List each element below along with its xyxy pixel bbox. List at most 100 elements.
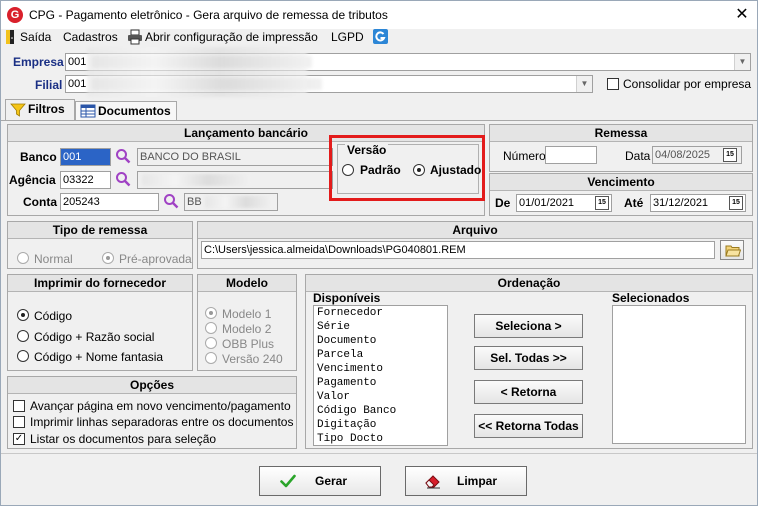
arquivo-title: Arquivo [198,222,752,239]
gerar-button[interactable]: Gerar [259,466,381,496]
menu-abrir-config-impressao[interactable]: Abrir configuração de impressão [145,29,318,45]
list-item[interactable]: Pagamento [314,376,447,390]
consolidar-checkbox[interactable] [607,78,619,90]
modelo-title: Modelo [198,275,296,292]
list-item[interactable]: Parcela [314,348,447,362]
title-bar: G CPG - Pagamento eletrônico - Gera arqu… [1,1,757,29]
modelo-1-radio[interactable] [205,307,217,319]
list-item[interactable]: Código Banco [314,404,447,418]
tab-divider [1,120,757,121]
calendar-icon[interactable]: 15 [595,196,609,210]
agencia-name-redacted [142,174,252,186]
conta-desc-redacted [205,196,273,208]
versao-ajustado-label: Ajustado [430,163,482,177]
tipo-normal-radio[interactable] [17,252,29,264]
modelo-obb-plus-radio[interactable] [205,337,217,349]
remessa-numero-label: Número [503,149,546,163]
banco-label: Banco [20,150,57,164]
funnel-icon [10,102,26,118]
selecionados-list[interactable] [612,305,746,444]
limpar-label: Limpar [456,474,497,488]
list-item[interactable]: Fornecedor [314,306,447,320]
table-icon [80,104,96,118]
printer-icon[interactable] [127,29,143,45]
disponiveis-list[interactable]: Fornecedor Série Documento Parcela Venci… [313,305,448,446]
arquivo-path-input[interactable]: C:\Users\jessica.almeida\Downloads\PG040… [201,241,715,259]
modelo-2-radio[interactable] [205,322,217,334]
modelo-240-radio[interactable] [205,352,217,364]
filial-code: 001 [68,78,87,90]
menu-cadastros[interactable]: Cadastros [63,29,118,45]
selecionados-label: Selecionados [612,291,690,305]
remessa-numero-input[interactable] [545,146,597,164]
disponiveis-label: Disponíveis [313,291,381,305]
window-title: CPG - Pagamento eletrônico - Gera arquiv… [29,8,388,22]
browse-folder-button[interactable] [720,240,744,260]
menu-saida[interactable]: Saída [20,29,51,45]
list-item[interactable]: Documento [314,334,447,348]
menu-lgpd[interactable]: LGPD [331,29,364,45]
imprimir-fantasia-label: Código + Nome fantasia [34,350,164,364]
imprimir-razao-radio[interactable] [17,330,29,342]
tab-filtros-label: Filtros [28,102,65,116]
list-item[interactable]: Tipo Docto [314,432,447,445]
list-item[interactable]: Valor [314,390,447,404]
redaction-overlay [87,47,307,97]
tipo-pre-aprovada-radio[interactable] [102,252,114,264]
opcao-linhas-checkbox[interactable] [13,416,25,428]
conta-desc-field: BB [184,193,278,211]
seleciona-button[interactable]: Seleciona > [474,314,583,338]
modelo-2-label: Modelo 2 [222,322,272,336]
list-item[interactable]: Vencimento [314,362,447,376]
conta-input[interactable]: 205243 [60,193,159,211]
imprimir-codigo-radio[interactable] [17,309,29,321]
tab-filtros[interactable]: Filtros [5,99,75,121]
opcao-listar-checkbox[interactable]: ✓ [13,433,25,445]
gerar-label: Gerar [314,474,348,488]
chevron-down-icon[interactable]: ▼ [734,54,750,70]
search-icon[interactable] [115,171,131,187]
retorna-button[interactable]: < Retorna [474,380,583,404]
close-icon[interactable]: ✕ [734,7,750,23]
menu-bar: Saída Cadastros Abrir configuração de im… [1,29,757,49]
list-item[interactable]: Digitação [314,418,447,432]
versao-ajustado-radio[interactable] [413,164,425,176]
empresa-label: Empresa [13,55,64,69]
modelo-240-label: Versão 240 [222,352,283,366]
agencia-label: Agência [9,173,56,187]
modelo-1-label: Modelo 1 [222,307,272,321]
imprimir-fantasia-radio[interactable] [17,350,29,362]
consolidar-label: Consolidar por empresa [623,77,752,91]
sel-todas-button[interactable]: Sel. Todas >> [474,346,583,370]
agencia-input[interactable]: 03322 [60,171,111,189]
retorna-todas-button[interactable]: << Retorna Todas [474,414,583,438]
conta-desc-prefix: BB [187,196,202,208]
limpar-button[interactable]: Limpar [405,466,527,496]
exit-door-icon[interactable] [5,29,15,45]
chevron-down-icon[interactable]: ▼ [576,76,592,92]
imprimir-razao-label: Código + Razão social [34,330,155,344]
remessa-title: Remessa [490,125,752,142]
calendar-icon[interactable]: 15 [729,196,743,210]
empresa-code: 001 [68,56,87,68]
calendar-icon[interactable]: 15 [723,148,737,162]
agencia-name-field [137,171,333,189]
main-window: G CPG - Pagamento eletrônico - Gera arqu… [0,0,758,506]
opcao-linhas-label: Imprimir linhas separadoras entre os doc… [30,415,294,429]
vencimento-title: Vencimento [490,174,752,191]
search-icon[interactable] [163,193,179,209]
opcao-avancar-checkbox[interactable] [13,400,25,412]
remessa-data-label: Data [625,149,651,163]
help-g-icon[interactable] [373,29,388,44]
opcao-listar-label: Listar os documentos para seleção [30,432,217,446]
vencimento-de-label: De [495,196,511,210]
folder-open-icon [725,245,741,257]
list-item[interactable]: Série [314,320,447,334]
tab-documentos[interactable]: Documentos [75,101,177,121]
versao-padrao-radio[interactable] [342,164,354,176]
tipo-normal-label: Normal [34,252,73,266]
banco-code-input[interactable]: 001 [60,148,111,166]
lancamento-bancario-title: Lançamento bancário [8,125,484,142]
footer-divider [1,453,757,454]
search-icon[interactable] [115,148,131,164]
